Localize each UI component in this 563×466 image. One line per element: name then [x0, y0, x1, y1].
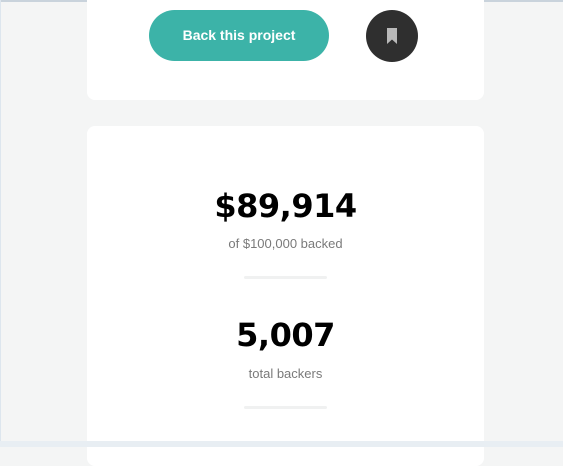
total-backers-stat: 5,007 — [87, 316, 484, 354]
bookmark-button[interactable] — [366, 10, 418, 62]
total-backers-label: total backers — [248, 366, 323, 381]
amount-backed-label-row: of $100,000 backed — [87, 236, 484, 251]
back-project-button[interactable]: Back this project — [149, 10, 329, 61]
amount-backed-stat: $89,914 — [87, 187, 484, 225]
bookmark-icon — [387, 28, 397, 44]
stats-divider-2 — [244, 406, 327, 409]
bottom-border — [0, 441, 563, 447]
amount-backed-label: of $100,000 backed — [228, 236, 343, 251]
stats-divider-1 — [244, 276, 327, 279]
total-backers-value: 5,007 — [236, 316, 335, 354]
stats-card — [87, 126, 484, 466]
amount-backed-value: $89,914 — [214, 187, 357, 225]
total-backers-label-row: total backers — [87, 366, 484, 381]
left-border — [0, 0, 1, 447]
